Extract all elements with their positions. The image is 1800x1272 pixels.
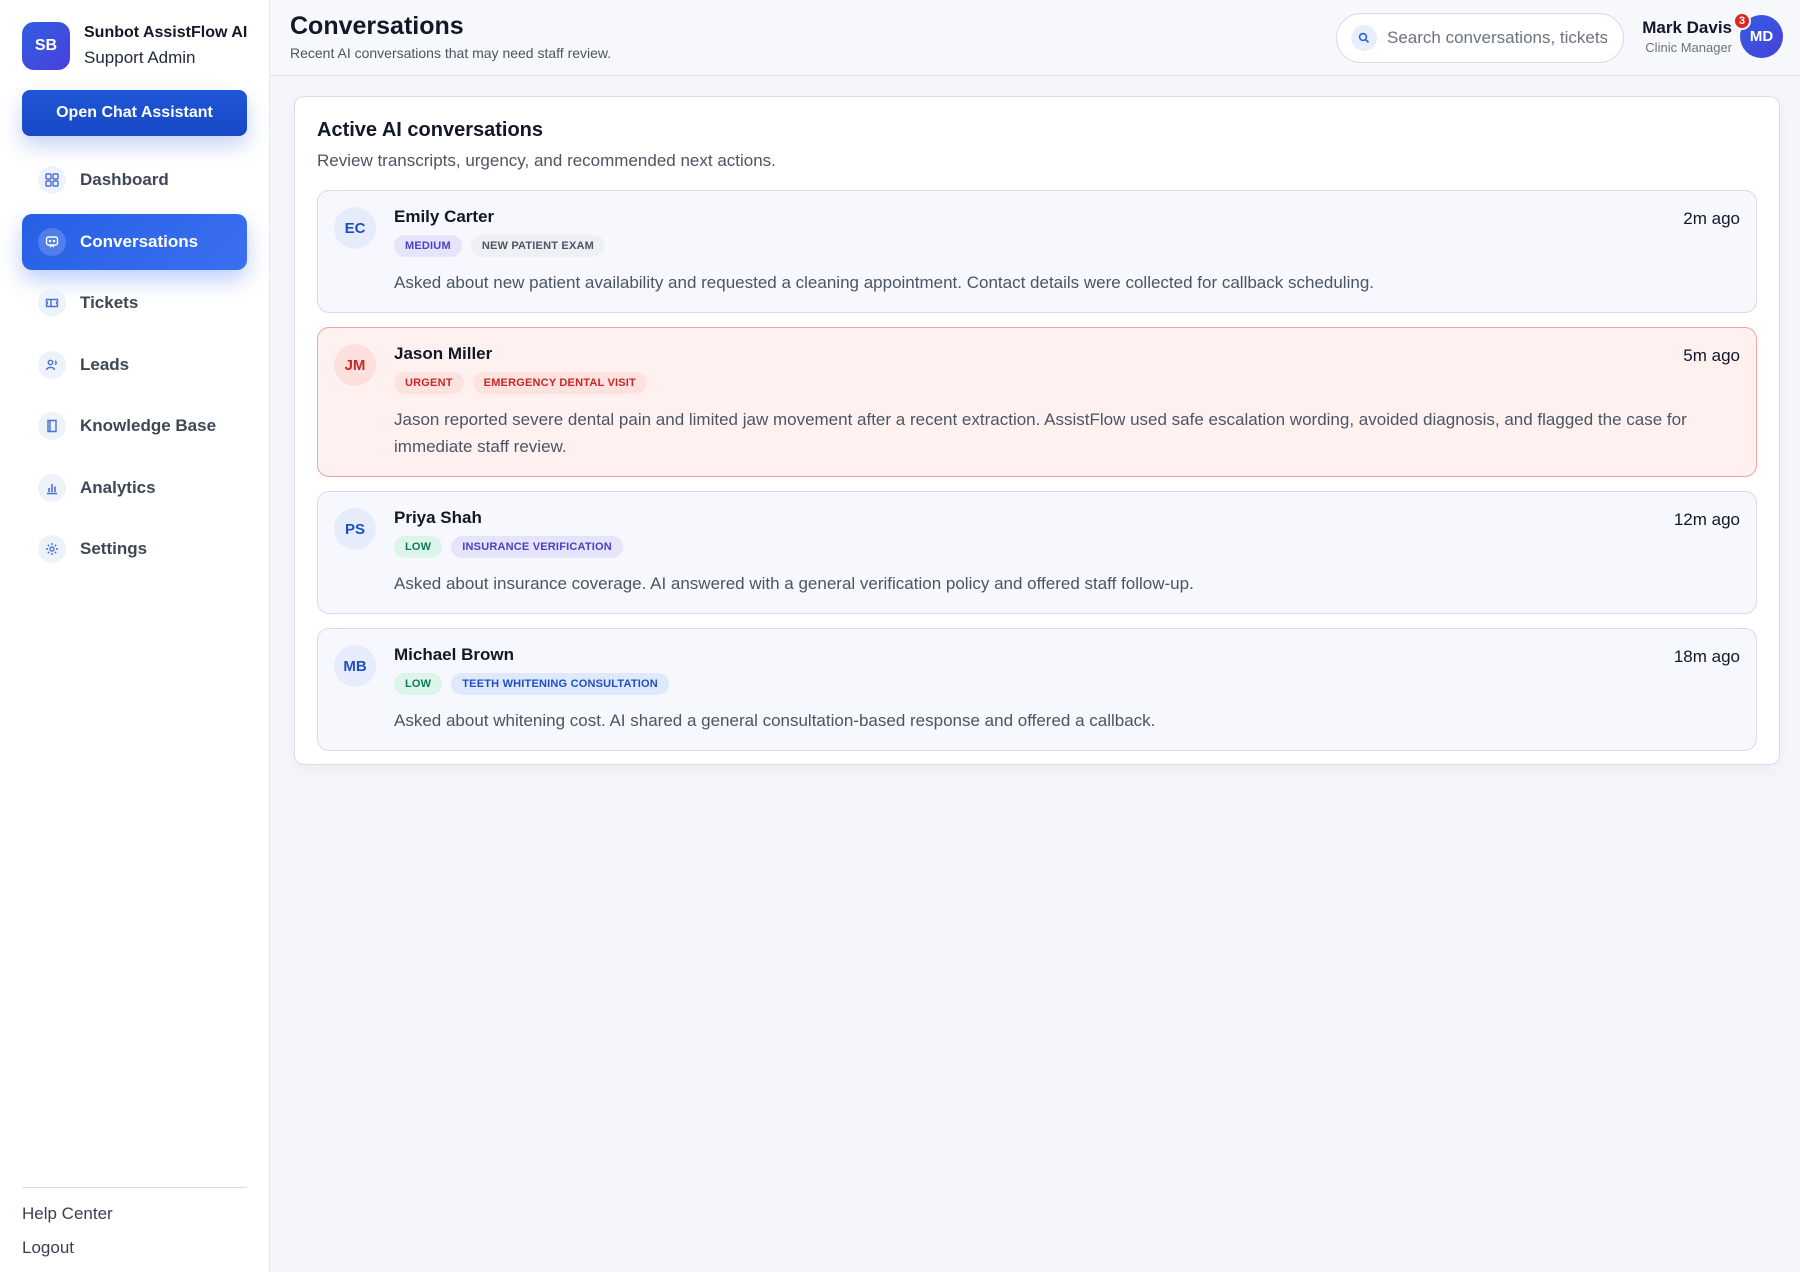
sidebar: SB Sunbot AssistFlow AI Support Admin Op… [0, 0, 270, 1272]
sidebar-item-leads[interactable]: Leads [22, 337, 247, 393]
grid-icon [38, 166, 66, 194]
sidebar-item-label: Settings [80, 539, 148, 558]
contact-name: Priya Shah [394, 508, 482, 527]
contact-avatar: EC [334, 207, 376, 249]
topic-badge: INSURANCE VERIFICATION [451, 536, 623, 558]
bar-chart-icon [38, 473, 66, 502]
conversations-card: Active AI conversations Review transcrip… [294, 96, 1780, 765]
topbar: Conversations Recent AI conversations th… [270, 0, 1800, 76]
sidebar-nav: Dashboard Conversations Tickets Leads Kn… [22, 152, 247, 583]
conversation-summary: Asked about insurance coverage. AI answe… [394, 574, 1194, 593]
conversation-summary: Asked about whitening cost. AI shared a … [394, 711, 1156, 730]
priority-badge: LOW [394, 673, 443, 695]
contact-avatar: MB [334, 645, 376, 687]
sidebar-footer: Help Center Logout [22, 1187, 247, 1272]
card-subtitle: Review transcripts, urgency, and recomme… [317, 151, 776, 170]
priority-badge: MEDIUM [394, 235, 462, 257]
open-chat-assistant-button[interactable]: Open Chat Assistant [22, 90, 247, 136]
conversation-time: 2m ago [1683, 209, 1740, 228]
priority-badge: LOW [394, 536, 443, 558]
conversation-summary: Asked about new patient availability and… [394, 273, 1374, 292]
sidebar-item-label: Leads [80, 354, 130, 374]
contact-name: Michael Brown [394, 645, 514, 664]
search-box[interactable] [1336, 13, 1624, 63]
help-center-link[interactable]: Help Center [22, 1204, 247, 1224]
brand-role: Support Admin [84, 48, 196, 67]
sidebar-item-conversations[interactable]: Conversations [22, 213, 247, 270]
conversation-time: 5m ago [1683, 346, 1740, 365]
contact-name: Jason Miller [394, 344, 493, 363]
user-name: Mark Davis [1642, 18, 1732, 37]
sidebar-item-tickets[interactable]: Tickets [22, 275, 247, 331]
brand-name: Sunbot AssistFlow AI [84, 24, 248, 41]
conversation-item[interactable]: JM Jason Miller 5m ago URGENT EMERGENCY … [317, 327, 1757, 477]
topic-badge: TEETH WHITENING CONSULTATION [451, 673, 669, 695]
sidebar-item-label: Knowledge Base [80, 416, 217, 435]
conversation-time: 12m ago [1673, 510, 1740, 529]
conversation-time: 18m ago [1673, 647, 1740, 666]
conversation-item[interactable]: EC Emily Carter 2m ago MEDIUM NEW PATIEN… [317, 190, 1757, 313]
sidebar-item-analytics[interactable]: Analytics [22, 460, 247, 516]
topic-badge: EMERGENCY DENTAL VISIT [472, 372, 647, 394]
contact-name: Emily Carter [394, 207, 495, 226]
page-subtitle: Recent AI conversations that may need st… [290, 45, 612, 61]
contact-avatar: JM [334, 344, 376, 386]
brand-logo: SB [22, 22, 70, 70]
sidebar-item-dashboard[interactable]: Dashboard [22, 152, 247, 208]
card-title: Active AI conversations [317, 119, 544, 141]
conversation-list: EC Emily Carter 2m ago MEDIUM NEW PATIEN… [317, 190, 1757, 765]
user-role: Clinic Manager [1645, 40, 1732, 55]
sidebar-item-knowledge-base[interactable]: Knowledge Base [22, 398, 247, 454]
search-icon [1351, 25, 1377, 51]
sidebar-item-label: Tickets [80, 293, 139, 312]
brand: SB Sunbot AssistFlow AI Support Admin [22, 22, 247, 70]
priority-badge: URGENT [394, 372, 464, 394]
conversation-item[interactable]: MB Michael Brown 18m ago LOW TEETH WHITE… [317, 628, 1757, 751]
user-info: Mark Davis Clinic Manager [1640, 18, 1732, 55]
page-title: Conversations [290, 12, 464, 40]
chat-icon [38, 227, 66, 256]
conversation-item[interactable]: PS Priya Shah 12m ago LOW INSURANCE VERI… [317, 491, 1757, 614]
topic-badge: NEW PATIENT EXAM [470, 235, 605, 257]
ticket-icon [38, 289, 66, 317]
notification-badge[interactable]: 3 [1733, 12, 1751, 30]
book-icon [38, 412, 66, 440]
sidebar-item-settings[interactable]: Settings [22, 521, 247, 577]
gear-icon [38, 535, 66, 563]
sidebar-item-label: Analytics [80, 477, 156, 497]
contact-avatar: PS [334, 508, 376, 550]
conversation-summary: Jason reported severe dental pain and li… [394, 410, 1687, 456]
sidebar-item-label: Dashboard [80, 170, 169, 189]
users-icon [38, 350, 66, 379]
logout-link[interactable]: Logout [22, 1238, 247, 1258]
search-input[interactable] [1387, 28, 1607, 48]
sidebar-item-label: Conversations [80, 231, 199, 251]
